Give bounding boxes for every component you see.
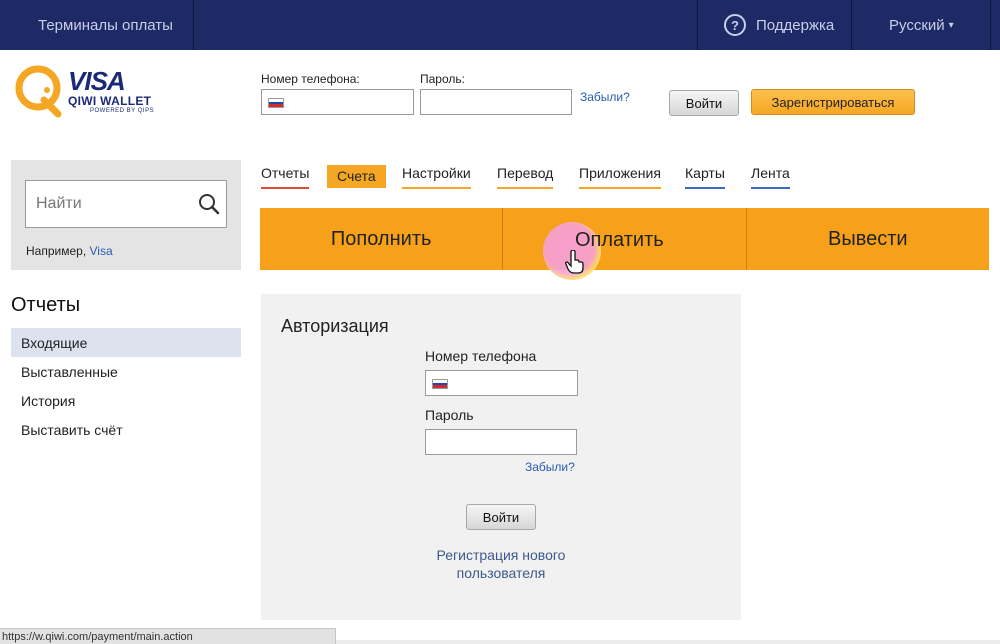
support-link[interactable]: ? Поддержка xyxy=(724,0,834,50)
search-icon[interactable] xyxy=(198,193,220,215)
header-phone-label: Номер телефона: xyxy=(261,72,360,86)
tab-invoices[interactable]: Счета xyxy=(327,165,386,188)
auth-password-label: Пароль xyxy=(425,407,474,423)
sidebar-item-issue-invoice[interactable]: Выставить счёт xyxy=(11,415,241,444)
help-icon: ? xyxy=(724,14,746,36)
topbar-divider xyxy=(193,0,194,50)
topup-button[interactable]: Пополнить xyxy=(260,208,502,270)
sidebar-title: Отчеты xyxy=(11,294,81,316)
sidebar-item-history[interactable]: История xyxy=(11,386,241,415)
support-label: Поддержка xyxy=(756,16,835,34)
search-input[interactable]: Найти xyxy=(25,180,227,228)
register-button[interactable]: Зарегистрироваться xyxy=(751,89,915,115)
hand-cursor-icon xyxy=(565,250,584,274)
russia-flag-icon xyxy=(268,98,284,108)
auth-password-input[interactable] xyxy=(425,429,577,455)
auth-forgot-link[interactable]: Забыли? xyxy=(525,460,575,474)
search-placeholder: Найти xyxy=(36,195,82,212)
topbar-divider xyxy=(697,0,698,50)
logo-wallet-text: QIWI WALLET xyxy=(68,94,152,108)
register-new-user-link[interactable]: Регистрация нового пользователя xyxy=(411,546,591,582)
auth-login-button[interactable]: Войти xyxy=(466,504,536,530)
logo-powered-text: POWERED BY QIPS xyxy=(90,108,155,114)
auth-phone-input[interactable] xyxy=(425,370,578,396)
topbar-divider xyxy=(990,0,991,50)
logo-visa-text: VISA xyxy=(68,66,126,96)
payment-terminals-label: Терминалы оплаты xyxy=(38,16,173,34)
tab-transfer[interactable]: Перевод xyxy=(497,165,554,189)
russia-flag-icon xyxy=(432,379,448,389)
search-example-link[interactable]: Visa xyxy=(90,244,113,258)
payment-terminals-link[interactable]: Терминалы оплаты xyxy=(38,0,173,50)
tab-settings[interactable]: Настройки xyxy=(402,165,471,189)
auth-panel: Авторизация Номер телефона Пароль Забыли… xyxy=(261,294,741,620)
search-panel: Найти Например, Visa xyxy=(11,160,241,270)
header-login-button[interactable]: Войти xyxy=(669,90,739,116)
sidebar-item-issued[interactable]: Выставленные xyxy=(11,357,241,386)
language-label: Русский xyxy=(889,16,945,34)
withdraw-button[interactable]: Вывести xyxy=(745,208,989,270)
header-password-label: Пароль: xyxy=(420,72,465,86)
qiwi-logo-icon xyxy=(15,65,62,118)
sidebar-item-incoming[interactable]: Входящие xyxy=(11,328,241,357)
register-line-2: пользователя xyxy=(456,565,546,581)
tab-apps[interactable]: Приложения xyxy=(579,165,661,189)
header-forgot-link[interactable]: Забыли? xyxy=(580,90,630,104)
pay-button-label: Оплатить xyxy=(575,229,664,251)
topbar-divider xyxy=(851,0,852,50)
auth-title: Авторизация xyxy=(281,316,389,336)
tab-reports[interactable]: Отчеты xyxy=(261,165,310,189)
search-example: Например, Visa xyxy=(26,244,113,258)
header-password-input[interactable] xyxy=(420,89,572,115)
top-bar: Терминалы оплаты ? Поддержка Русский ▾ xyxy=(0,0,1000,50)
header-phone-input[interactable] xyxy=(261,89,414,115)
tab-cards[interactable]: Карты xyxy=(685,165,725,189)
register-line-1: Регистрация нового xyxy=(436,547,566,563)
status-bar-url: https://w.qiwi.com/payment/main.action xyxy=(0,628,336,644)
chevron-down-icon: ▾ xyxy=(948,19,954,31)
language-selector[interactable]: Русский ▾ xyxy=(889,0,954,50)
auth-phone-label: Номер телефона xyxy=(425,348,537,364)
qiwi-visa-logo[interactable]: VISA QIWI WALLET POWERED BY QIPS xyxy=(14,64,174,120)
search-example-prefix: Например, xyxy=(26,244,87,258)
tab-feed[interactable]: Лента xyxy=(751,165,790,189)
